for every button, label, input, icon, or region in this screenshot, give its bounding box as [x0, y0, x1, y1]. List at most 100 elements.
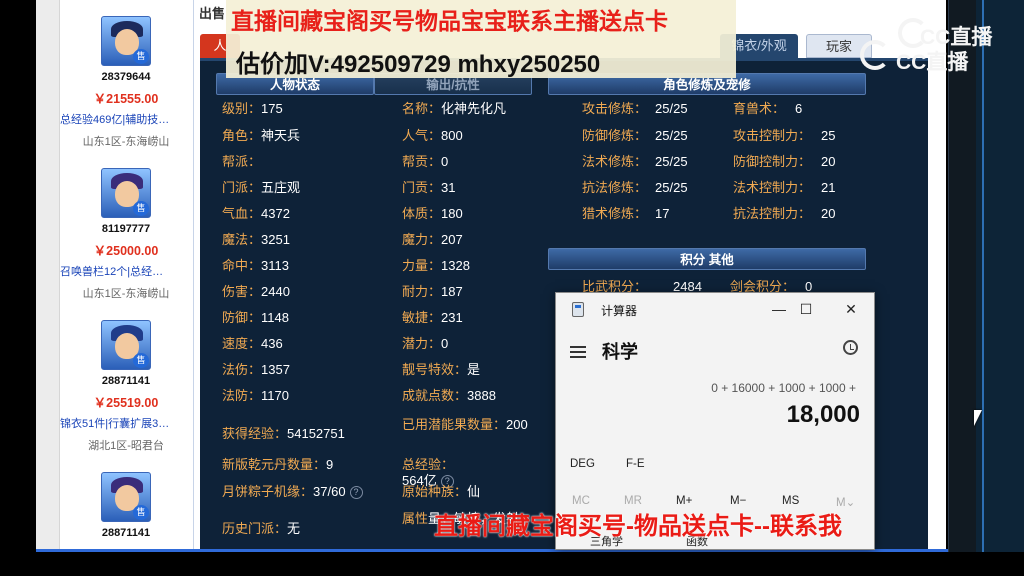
stat-label: 总经验： [402, 457, 455, 472]
stat-value: 25/25 [655, 180, 688, 195]
sale-badge: 售 [133, 505, 149, 520]
menu-icon[interactable] [570, 343, 586, 361]
stat-label: 人气： [402, 128, 442, 143]
sale-badge: 售 [133, 201, 149, 216]
stat-value: 9 [326, 457, 334, 472]
stat-label: 法术修炼： [582, 154, 648, 169]
stat-value: 207 [441, 232, 463, 247]
character-avatar[interactable]: 售 [101, 472, 151, 522]
stat-row: 防御修炼： 25/25 [582, 128, 688, 144]
stat-label: 攻击修炼： [582, 101, 648, 116]
stat-row: 原始种族：仙 [402, 484, 480, 500]
stat-row: 月饼粽子机缘：37/60? [222, 484, 363, 500]
stat-label: 门派： [222, 180, 262, 195]
stat-row: 帮派： [222, 154, 261, 170]
stat-label: 魔法： [222, 232, 262, 247]
listing-desc[interactable]: 锦衣51件|行囊扩展3… [60, 415, 192, 431]
stat-row: 防御：1148 [222, 310, 289, 326]
listing-id: 28379644 [101, 71, 151, 83]
stat-value: 54152751 [287, 426, 345, 441]
stat-row: 命中：3113 [222, 258, 289, 274]
stat-value: 21 [821, 180, 836, 195]
character-avatar[interactable]: 售 [101, 168, 151, 218]
stat-label: 防御控制力： [733, 154, 812, 169]
banner-line-2: 估价加V:492509729 mhxy250250 [236, 51, 601, 78]
stat-value: 神天兵 [261, 128, 301, 143]
stat-label: 获得经验： [222, 426, 288, 441]
stat-label: 潜力： [402, 336, 442, 351]
stat-row: 气血：4372 [222, 206, 290, 222]
stat-label: 级别： [222, 101, 262, 116]
stat-row: 速度：436 [222, 336, 283, 352]
stat-value: 0 [441, 154, 449, 169]
stat-label: 法伤： [222, 362, 262, 377]
stat-label: 法防： [222, 388, 262, 403]
listing-column: 售 28379644 ￥21555.00 总经验469亿|辅助技… 山东1区-东… [36, 0, 194, 549]
stat-row: 新版乾元丹数量：9 [222, 457, 333, 473]
close-icon[interactable]: ✕ [838, 299, 864, 319]
sale-badge: 售 [133, 49, 149, 64]
fe-button[interactable]: F-E [626, 458, 645, 470]
stat-label: 原始种族： [402, 484, 468, 499]
stat-label: 属性 [402, 511, 429, 526]
stat-label: 靓号特效： [402, 362, 468, 377]
stat-value: 800 [441, 128, 463, 143]
history-icon[interactable] [843, 340, 858, 355]
side-rail [976, 0, 1024, 552]
logo-ring-icon [860, 40, 890, 70]
character-avatar[interactable]: 售 [101, 320, 151, 370]
side-rail [948, 0, 976, 552]
stat-value: 25/25 [655, 101, 688, 116]
stat-value: 25/25 [655, 154, 688, 169]
listing-item[interactable]: 售 28871141 [60, 472, 192, 539]
calculator-titlebar[interactable]: 计算器 — ☐ ✕ [556, 293, 874, 326]
stat-label: 月饼粽子机缘： [222, 484, 314, 499]
stat-label: 已用潜能果数量： [402, 417, 507, 432]
stat-row: 攻击控制力： 25 [733, 128, 835, 144]
stat-row: 成就点数：3888 [402, 388, 496, 404]
stat-row: 帮贡：0 [402, 154, 448, 170]
listing-id: 28871141 [101, 527, 151, 539]
character-avatar[interactable]: 售 [101, 16, 151, 66]
deg-button[interactable]: DEG [570, 458, 595, 470]
maximize-icon[interactable]: ☐ [793, 299, 819, 319]
stat-value: 无 [287, 521, 301, 536]
listing-scroll-rail[interactable] [36, 0, 60, 549]
stat-value: 25 [821, 128, 836, 143]
stat-row: 力量：1328 [402, 258, 470, 274]
stat-row: 角色：神天兵 [222, 128, 300, 144]
stat-row: 魔法：3251 [222, 232, 290, 248]
listing-item[interactable]: 售 81197777 ￥25000.00 召唤兽栏12个|总经… 山东1区-东海… [60, 168, 192, 301]
cc-live-logo: CC直播 CC直播 [858, 16, 998, 74]
stat-label: 力量： [402, 258, 442, 273]
stat-row: 抗法控制力： 20 [733, 206, 835, 222]
minimize-icon[interactable]: — [766, 299, 792, 319]
stat-value: 175 [261, 101, 283, 116]
stat-value: 4372 [261, 206, 290, 221]
listing-item[interactable]: 售 28871141 ￥25519.00 锦衣51件|行囊扩展3… 湖北1区-昭… [60, 320, 192, 453]
stat-value: 1357 [261, 362, 290, 377]
help-icon[interactable]: ? [349, 486, 363, 500]
listing-server: 山东1区-东海崂山 [82, 288, 170, 300]
stat-value: 化神先化凡 [441, 101, 507, 116]
listing-id: 28871141 [101, 375, 151, 387]
stat-label: 防御： [222, 310, 262, 325]
stat-row: 人气：800 [402, 128, 463, 144]
listing-desc[interactable]: 总经验469亿|辅助技… [60, 111, 192, 127]
banner-line-1: 直播间藏宝阁买号物品宝宝联系主播送点卡 [231, 8, 668, 34]
stat-label: 防御修炼： [582, 128, 648, 143]
stat-value: 200 [506, 417, 528, 432]
stat-value: 1148 [261, 310, 289, 325]
stat-value: 1170 [261, 388, 289, 403]
listing-price: ￥25519.00 [93, 396, 159, 410]
stat-row: 敏捷：231 [402, 310, 463, 326]
listing-desc[interactable]: 召唤兽栏12个|总经… [60, 263, 192, 279]
stat-label: 角色： [222, 128, 262, 143]
listing-item[interactable]: 售 28379644 ￥21555.00 总经验469亿|辅助技… 山东1区-东… [60, 16, 192, 149]
stat-row: 法术控制力： 21 [733, 180, 835, 196]
stat-row: 靓号特效：是 [402, 362, 522, 378]
stat-value: 6 [795, 101, 803, 116]
mouse-cursor-icon [974, 410, 982, 426]
stat-label: 历史门派： [222, 521, 288, 536]
section-points: 积分 其他 [548, 248, 866, 270]
